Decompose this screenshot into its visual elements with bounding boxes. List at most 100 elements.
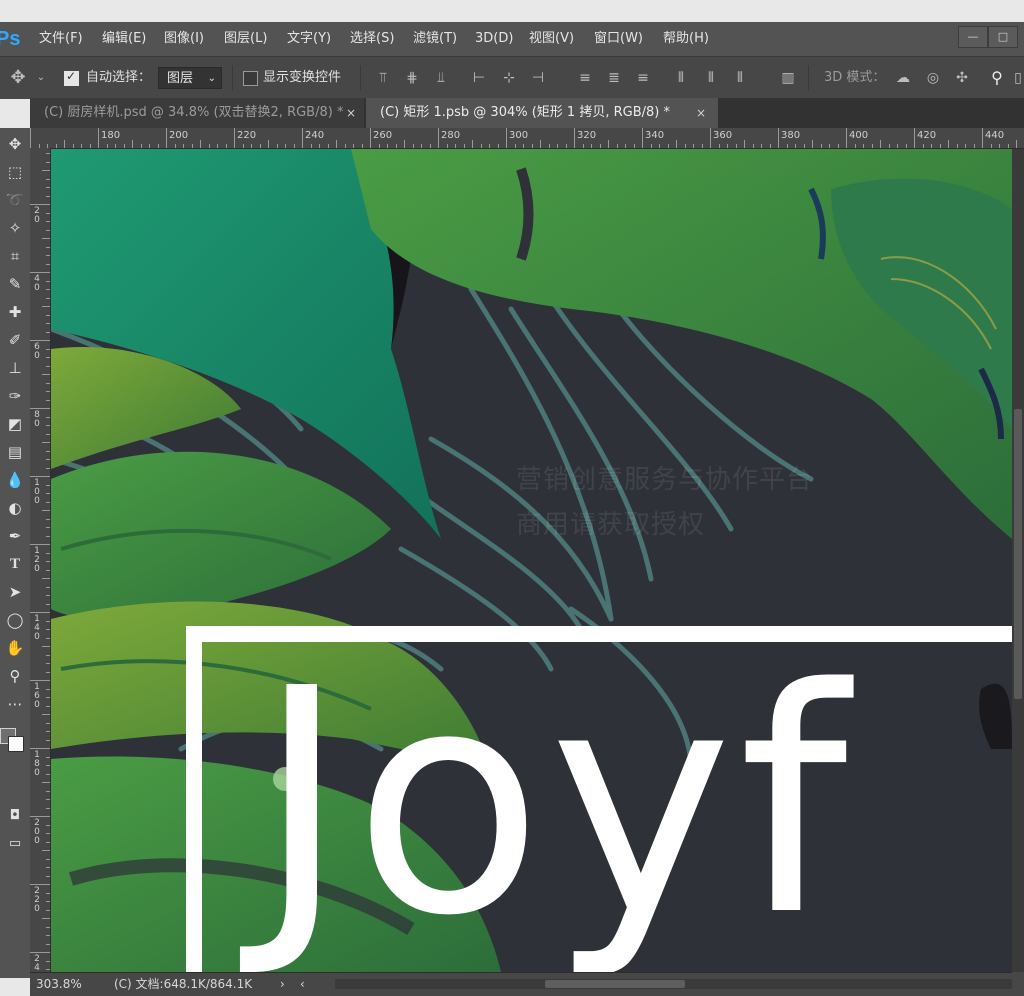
ruler-tick xyxy=(514,144,516,148)
ruler-label: 220 xyxy=(34,886,40,914)
gradient-tool-icon[interactable]: ▤ xyxy=(0,438,30,466)
magic-wand-tool-icon[interactable]: ✧ xyxy=(0,214,30,242)
menu-view[interactable]: 视图(V) xyxy=(529,22,574,56)
ruler-tick xyxy=(506,128,507,148)
move-tool-icon[interactable]: ✥ xyxy=(0,130,30,158)
eraser-tool-icon[interactable]: ◩ xyxy=(0,410,30,438)
ruler-tick xyxy=(608,140,609,148)
menu-type[interactable]: 文字(Y) xyxy=(287,22,331,56)
ruler-tick xyxy=(46,654,50,656)
more-tools-icon[interactable]: ⋯ xyxy=(0,690,30,718)
align-bottom-icon[interactable]: ⫫ xyxy=(432,69,450,87)
align-horizontal-center-icon[interactable]: ⊹ xyxy=(500,69,518,87)
type-tool-icon[interactable]: T xyxy=(0,550,30,578)
menu-layer[interactable]: 图层(L) xyxy=(224,22,267,56)
ruler-tick xyxy=(46,663,50,664)
distribute-vertical-center-icon[interactable]: ≣ xyxy=(605,69,623,87)
ruler-label: 320 xyxy=(577,130,597,141)
ruler-label: 360 xyxy=(713,130,733,141)
ruler-tick xyxy=(46,841,50,843)
menu-window[interactable]: 窗口(W) xyxy=(594,22,643,56)
ruler-tick xyxy=(905,144,907,148)
zoom-tool-icon[interactable]: ⚲ xyxy=(0,662,30,690)
zoom-level[interactable]: 303.8% xyxy=(36,973,82,995)
move-tool-icon[interactable]: ✥ xyxy=(9,69,27,87)
close-icon[interactable]: × xyxy=(696,98,706,128)
menu-3d[interactable]: 3D(D) xyxy=(475,22,513,56)
menu-file[interactable]: 文件(F) xyxy=(39,22,83,56)
history-brush-tool-icon[interactable]: ✑ xyxy=(0,382,30,410)
ruler-tick xyxy=(46,960,50,962)
minimize-button[interactable]: — xyxy=(958,26,988,48)
menu-image[interactable]: 图像(I) xyxy=(164,22,204,56)
menu-help[interactable]: 帮助(H) xyxy=(663,22,709,56)
vertical-scrollbar-thumb[interactable] xyxy=(1014,409,1022,699)
pan-3d-icon[interactable]: ✣ xyxy=(953,69,971,87)
chevron-down-icon[interactable]: ⌄ xyxy=(32,69,50,87)
background-color-swatch[interactable] xyxy=(8,736,24,752)
ruler-label: 20 xyxy=(34,206,40,225)
orbit-3d-icon[interactable]: ☁ xyxy=(894,69,912,87)
distribute-left-icon[interactable]: ⦀ xyxy=(672,69,690,87)
roll-3d-icon[interactable]: ◎ xyxy=(924,69,942,87)
ruler-tick xyxy=(217,144,218,148)
pen-tool-icon[interactable]: ✒ xyxy=(0,522,30,550)
ruler-tick xyxy=(727,144,728,148)
close-icon[interactable]: × xyxy=(346,98,356,128)
menu-edit[interactable]: 编辑(E) xyxy=(102,22,146,56)
dodge-tool-icon[interactable]: ◐ xyxy=(0,494,30,522)
workspace-icon[interactable]: ▯ xyxy=(1009,69,1024,87)
auto-select-target-select[interactable]: 图层 ⌄ xyxy=(158,67,222,89)
tab-rectangle-psb[interactable]: (C) 矩形 1.psb @ 304% (矩形 1 拷贝, RGB/8) * × xyxy=(366,98,718,128)
auto-select-checkbox[interactable] xyxy=(64,69,79,86)
align-right-icon[interactable]: ⊣ xyxy=(529,69,547,87)
ruler-tick xyxy=(46,450,50,452)
auto-align-layers-icon[interactable]: ▥ xyxy=(779,69,797,87)
distribute-right-icon[interactable]: ⦀ xyxy=(731,69,749,87)
scroll-left-icon[interactable]: ‹ xyxy=(300,973,305,995)
lasso-tool-icon[interactable]: ➰ xyxy=(0,186,30,214)
ruler-tick xyxy=(46,459,50,460)
ruler-tick xyxy=(46,926,50,928)
show-transform-checkbox[interactable] xyxy=(243,71,258,86)
document-canvas[interactable]: 营销创意服务与协作平台 商用请获取授权 Joyf xyxy=(51,149,1012,972)
ruler-tick xyxy=(30,408,50,409)
menu-filter[interactable]: 滤镜(T) xyxy=(413,22,457,56)
blur-tool-icon[interactable]: 💧 xyxy=(0,466,30,494)
ruler-tick xyxy=(395,144,397,148)
quick-mask-icon[interactable]: ◘ xyxy=(0,802,30,830)
horizontal-scrollbar[interactable] xyxy=(335,979,1024,989)
ruler-tick xyxy=(98,128,99,148)
path-selection-tool-icon[interactable]: ➤ xyxy=(0,578,30,606)
vertical-scrollbar[interactable] xyxy=(1012,149,1024,972)
marquee-tool-icon[interactable]: ⬚ xyxy=(0,158,30,186)
healing-brush-tool-icon[interactable]: ✚ xyxy=(0,298,30,326)
ruler-label: 60 xyxy=(34,342,40,361)
ruler-tick xyxy=(46,739,50,741)
search-icon[interactable]: ⚲ xyxy=(988,69,1006,87)
maximize-button[interactable]: □ xyxy=(988,26,1018,48)
clone-stamp-tool-icon[interactable]: ⊥ xyxy=(0,354,30,382)
ruler-tick xyxy=(46,935,50,936)
brush-tool-icon[interactable]: ✐ xyxy=(0,326,30,354)
align-vertical-center-icon[interactable]: ⋕ xyxy=(403,69,421,87)
distribute-top-icon[interactable]: ≡ xyxy=(576,69,594,87)
ellipse-tool-icon[interactable]: ◯ xyxy=(0,606,30,634)
ruler-tick xyxy=(540,140,541,148)
align-top-icon[interactable]: ⫪ xyxy=(374,69,392,87)
ruler-tick xyxy=(46,535,50,537)
tab-kitchen-mockup[interactable]: (C) 厨房样机.psd @ 34.8% (双击替换2, RGB/8) * × xyxy=(30,98,364,128)
screen-mode-icon[interactable]: ▭ xyxy=(0,830,30,858)
align-left-icon[interactable]: ⊢ xyxy=(470,69,488,87)
horizontal-scrollbar-thumb[interactable] xyxy=(545,980,685,988)
eyedropper-tool-icon[interactable]: ✎ xyxy=(0,270,30,298)
status-menu-arrow-icon[interactable]: › xyxy=(280,973,285,995)
distribute-bottom-icon[interactable]: ≡ xyxy=(634,69,652,87)
hand-tool-icon[interactable]: ✋ xyxy=(0,634,30,662)
crop-tool-icon[interactable]: ⌗ xyxy=(0,242,30,270)
ruler-tick xyxy=(625,144,626,148)
menu-select[interactable]: 选择(S) xyxy=(350,22,394,56)
ruler-tick xyxy=(132,140,133,148)
ruler-tick xyxy=(72,144,74,148)
distribute-horizontal-center-icon[interactable]: ⦀ xyxy=(702,69,720,87)
